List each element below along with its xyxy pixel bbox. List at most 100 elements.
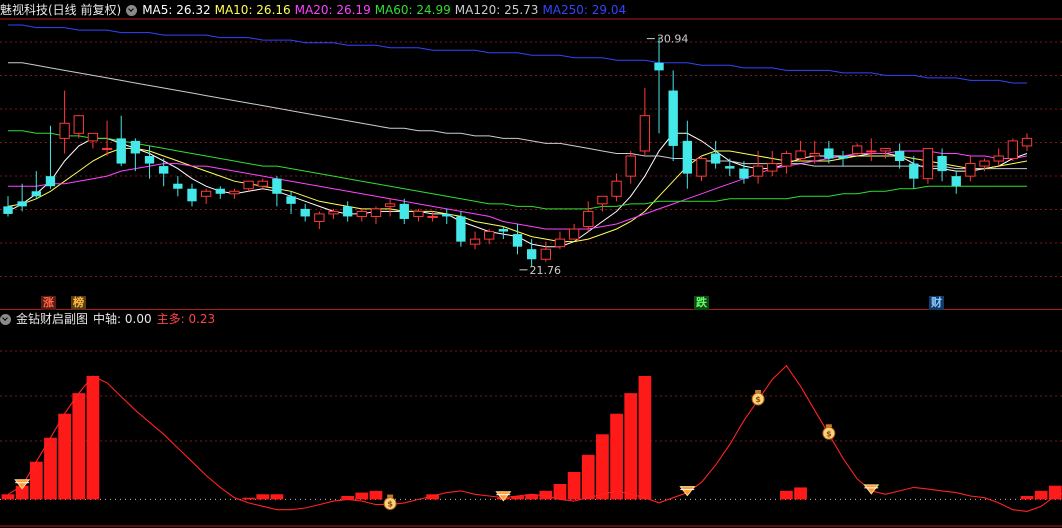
candle-body [229,190,240,195]
candle [512,224,523,255]
candle [229,188,240,199]
candle-body [583,210,594,228]
axis-label: 中轴: 0.00 [93,312,152,326]
candle [59,90,70,154]
candle [866,138,877,162]
tag-ranking[interactable]: 榜 [71,296,86,310]
ma-line-ma250 [8,24,1027,84]
candle-body [200,190,212,197]
bag-symbol: $ [387,500,393,509]
candle-body [456,216,466,242]
candle [31,171,41,199]
candle-body [286,196,296,204]
candle [399,198,409,224]
candle-body [894,150,905,162]
candle-body [597,195,608,205]
candle [272,176,282,207]
bag-neck [755,390,762,393]
ma-legend-item: MA10: 26.16 [214,3,291,17]
candle-body [866,150,877,153]
ma-legend-item: MA60: 24.99 [374,3,451,17]
candle-body [45,176,56,187]
candle-body [824,148,834,159]
candle-body [3,206,13,214]
candle [682,120,693,189]
candle-body [59,122,70,139]
candle [554,231,566,250]
candle-body [668,90,678,146]
indicator-bar [596,434,609,500]
candle [116,115,126,167]
candle [625,150,636,184]
indicator-bar [242,497,255,500]
candle [413,208,424,222]
candle-body [752,165,764,177]
indicator-bar [567,472,581,500]
moving-average-lines [7,24,1028,248]
candle [767,150,778,177]
tag-finance[interactable]: 财 [929,296,944,310]
candle-body [130,140,141,154]
stock-chart[interactable]: $ $ $ 30.94 21.76 [0,0,1062,528]
sub-panel-title: 金钻财启副图 [16,312,89,326]
candle [795,140,806,162]
candle [356,208,367,222]
indicator-bar [553,484,567,500]
candle-body [979,160,990,167]
candle [300,203,310,222]
candle [639,88,651,156]
indicator-bar [44,437,57,500]
candle-body [101,147,113,150]
candle-body [498,229,509,232]
candle-body [568,228,580,240]
candle [1021,133,1033,151]
candle-body [300,208,310,217]
chevron-down-icon[interactable] [126,4,138,16]
candle [526,239,537,267]
indicator-bar [369,490,383,500]
indicator-bar [1034,490,1048,500]
price-annotation: 21.76 [530,264,562,277]
candle [200,188,212,204]
indicator-markers: $ $ $ [14,390,880,511]
indicator-series [1,364,1062,512]
candle-body [809,152,820,157]
candle-body [370,208,382,217]
sub-grid [0,350,1062,500]
main-long-label: 主多: 0.23 [156,312,216,326]
candle [484,229,495,245]
candle-body [951,176,961,187]
chevron-down-icon[interactable] [0,313,11,325]
indicator-bar [581,454,595,500]
candle-body [710,153,721,164]
candle-body [725,166,735,169]
candle [611,173,622,202]
indicator-bar [1,494,15,500]
bag-symbol: $ [755,395,761,404]
indicator-bar [638,376,652,500]
candle-body [526,249,537,260]
candle-body [993,155,1004,162]
candle-body [384,203,396,207]
candle-body [342,206,353,217]
candle [384,198,396,217]
candle [314,211,325,230]
candle-body [1021,137,1033,147]
tag-rise[interactable]: 涨 [41,296,56,310]
ma-legend-item: MA20: 26.19 [294,3,371,17]
tag-fall[interactable]: 跌 [694,296,709,310]
main-panel-title: 魅视科技(日线 前复权) [0,3,122,17]
candle-body [880,147,891,152]
candle [894,143,905,169]
candle [654,37,664,134]
bag-neck [825,424,832,428]
sub-panel-header: 金钻财启副图 中轴: 0.00 主多: 0.23 [0,310,215,328]
candle [909,156,919,189]
candle-body [795,150,806,160]
indicator-bar [29,461,43,500]
price-annotation: 30.94 [657,33,689,46]
ma-line-ma20 [8,150,1028,230]
indicator-bar [1048,485,1062,500]
candle-body [654,62,664,71]
candle-body [937,156,947,172]
